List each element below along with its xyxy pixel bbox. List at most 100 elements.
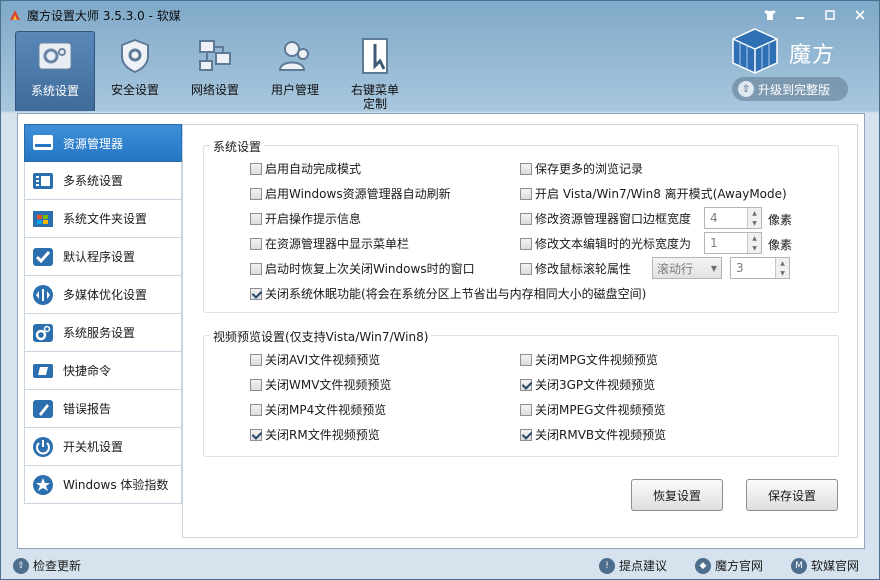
- checkbox-border-width[interactable]: 修改资源管理器窗口边框宽度: [520, 210, 691, 227]
- maximize-button[interactable]: [817, 6, 843, 24]
- sidebar-item-multimedia[interactable]: 多媒体优化设置: [24, 276, 182, 314]
- checkbox-label: 启用自动完成模式: [265, 162, 362, 176]
- checkbox-rm[interactable]: 关闭RM文件视频预览: [250, 426, 380, 443]
- checkbox-explorer-auto-refresh[interactable]: 启用Windows资源管理器自动刷新: [250, 185, 451, 202]
- sidebar-item-explorer[interactable]: 资源管理器: [24, 124, 189, 162]
- main-toolbar: 系统设置 安全设置 网络设置 用户管理 右键菜单 定制: [15, 31, 415, 111]
- checkbox-box[interactable]: [520, 403, 532, 416]
- cursor-width-stepper[interactable]: 1 ▲ ▼: [704, 232, 762, 254]
- arrow-up-icon[interactable]: ▲: [748, 233, 761, 243]
- checkbox-box[interactable]: [250, 403, 262, 416]
- checkbox-box[interactable]: [520, 187, 532, 200]
- tab-system-settings[interactable]: 系统设置: [15, 31, 95, 111]
- checkbox-box[interactable]: [250, 237, 262, 250]
- stepper-arrows[interactable]: ▲ ▼: [747, 208, 761, 228]
- stepper-value: 3: [736, 261, 744, 275]
- checkbox-show-menubar[interactable]: 在资源管理器中显示菜单栏: [250, 235, 409, 252]
- checkbox-away-mode[interactable]: 开启 Vista/Win7/Win8 离开模式(AwayMode): [520, 185, 787, 202]
- checkbox-box[interactable]: [250, 428, 262, 441]
- tab-network-settings[interactable]: 网络设置: [175, 31, 255, 111]
- checkbox-box[interactable]: [250, 287, 262, 300]
- context-menu-icon: [354, 35, 396, 77]
- wheel-lines-stepper[interactable]: 3 ▲ ▼: [730, 257, 790, 279]
- sidebar-item-label: 系统文件夹设置: [63, 212, 148, 226]
- checkbox-box[interactable]: [520, 212, 532, 225]
- ruanmei-site-link[interactable]: M 软媒官网: [791, 557, 859, 574]
- sidebar-item-label: Windows 体验指数: [63, 478, 169, 492]
- sidebar-item-services[interactable]: 系统服务设置: [24, 314, 182, 352]
- video-preview-group: 视频预览设置(仅支持Vista/Win7/Win8) 关闭AVI文件视频预览 关…: [203, 328, 839, 457]
- checkbox-wmv[interactable]: 关闭WMV文件视频预览: [250, 376, 391, 393]
- checkbox-box[interactable]: [520, 378, 532, 391]
- sidebar-item-label: 默认程序设置: [63, 250, 136, 264]
- minimize-button[interactable]: [787, 6, 813, 24]
- checkbox-auto-complete[interactable]: 启用自动完成模式: [250, 160, 361, 177]
- sidebar-item-label: 开关机设置: [63, 440, 124, 454]
- close-button[interactable]: [847, 6, 873, 24]
- skin-button[interactable]: [757, 6, 783, 24]
- wheel-mode-select[interactable]: 滚动行 ▼: [652, 257, 722, 279]
- feedback-link[interactable]: ! 提点建议: [599, 557, 667, 574]
- checkbox-mouse-wheel[interactable]: 修改鼠标滚轮属性: [520, 260, 631, 277]
- tab-user-management[interactable]: 用户管理: [255, 31, 335, 111]
- checkbox-box[interactable]: [250, 187, 262, 200]
- checkbox-rmvb[interactable]: 关闭RMVB文件视频预览: [520, 426, 666, 443]
- sidebar-item-system-folders[interactable]: 系统文件夹设置: [24, 200, 182, 238]
- arrow-down-icon[interactable]: ▼: [776, 268, 789, 278]
- checkbox-3gp[interactable]: 关闭3GP文件视频预览: [520, 376, 655, 393]
- arrow-down-icon[interactable]: ▼: [748, 243, 761, 253]
- sidebar-item-experience-index[interactable]: Windows 体验指数: [24, 466, 182, 504]
- stepper-arrows[interactable]: ▲ ▼: [775, 258, 789, 278]
- sidebar-item-default-programs[interactable]: 默认程序设置: [24, 238, 182, 276]
- checkbox-box[interactable]: [520, 262, 532, 275]
- service-gear-icon: [31, 321, 55, 345]
- star-icon: [31, 473, 55, 497]
- official-site-link[interactable]: ◆ 魔方官网: [695, 557, 763, 574]
- checkbox-label: 启用Windows资源管理器自动刷新: [265, 187, 451, 201]
- checkbox-avi[interactable]: 关闭AVI文件视频预览: [250, 351, 380, 368]
- checkbox-box[interactable]: [520, 162, 532, 175]
- sidebar-item-shortcuts[interactable]: 快捷命令: [24, 352, 182, 390]
- checkbox-box[interactable]: [250, 262, 262, 275]
- arrow-up-icon[interactable]: ▲: [776, 258, 789, 268]
- status-label: 魔方官网: [715, 559, 764, 573]
- sidebar-item-multi-system[interactable]: 多系统设置: [24, 162, 182, 200]
- system-settings-group: 系统设置 启用自动完成模式 启用Windows资源管理器自动刷新 开启操作提示信…: [203, 138, 839, 313]
- checkbox-more-history[interactable]: 保存更多的浏览记录: [520, 160, 643, 177]
- tab-security-settings[interactable]: 安全设置: [95, 31, 175, 111]
- checkbox-cursor-width[interactable]: 修改文本编辑时的光标宽度为: [520, 235, 691, 252]
- checkbox-box[interactable]: [250, 378, 262, 391]
- stepper-arrows[interactable]: ▲ ▼: [747, 233, 761, 253]
- restore-settings-button[interactable]: 恢复设置: [631, 479, 723, 511]
- checkbox-restore-windows[interactable]: 启动时恢复上次关闭Windows时的窗口: [250, 260, 475, 277]
- unit-label: 像素: [768, 238, 793, 252]
- checkbox-label: 关闭WMV文件视频预览: [265, 378, 392, 392]
- border-width-stepper[interactable]: 4 ▲ ▼: [704, 207, 762, 229]
- checkbox-box[interactable]: [520, 237, 532, 250]
- tab-context-menu[interactable]: 右键菜单 定制: [335, 31, 415, 111]
- checkbox-mpg[interactable]: 关闭MPG文件视频预览: [520, 351, 658, 368]
- checkbox-box[interactable]: [250, 162, 262, 175]
- checkbox-box[interactable]: [250, 212, 262, 225]
- cube-logo-icon: [732, 28, 778, 74]
- checkbox-label: 修改资源管理器窗口边框宽度: [535, 212, 692, 226]
- checkbox-box[interactable]: [520, 428, 532, 441]
- arrow-up-icon[interactable]: ▲: [748, 208, 761, 218]
- arrow-down-icon[interactable]: ▼: [748, 218, 761, 228]
- checkbox-operation-tips[interactable]: 开启操作提示信息: [250, 210, 361, 227]
- checkbox-disable-hibernation[interactable]: 关闭系统休眠功能(将会在系统分区上节省出与内存相同大小的磁盘空间): [250, 285, 646, 302]
- power-icon: [31, 435, 55, 459]
- checkbox-box[interactable]: [250, 353, 262, 366]
- checkbox-mp4[interactable]: 关闭MP4文件视频预览: [250, 401, 386, 418]
- sidebar-item-label: 错误报告: [63, 402, 112, 416]
- checkbox-mpeg[interactable]: 关闭MPEG文件视频预览: [520, 401, 665, 418]
- status-label: 提点建议: [619, 559, 668, 573]
- sidebar-item-power[interactable]: 开关机设置: [24, 428, 182, 466]
- checkbox-label: 保存更多的浏览记录: [535, 162, 644, 176]
- save-settings-button[interactable]: 保存设置: [746, 479, 838, 511]
- check-update-link[interactable]: ⇧ 检查更新: [13, 557, 81, 574]
- checkbox-box[interactable]: [520, 353, 532, 366]
- minimize-icon: [796, 17, 804, 19]
- upgrade-button[interactable]: ⇧ 升级到完整版: [732, 77, 848, 101]
- sidebar-item-error-report[interactable]: 错误报告: [24, 390, 182, 428]
